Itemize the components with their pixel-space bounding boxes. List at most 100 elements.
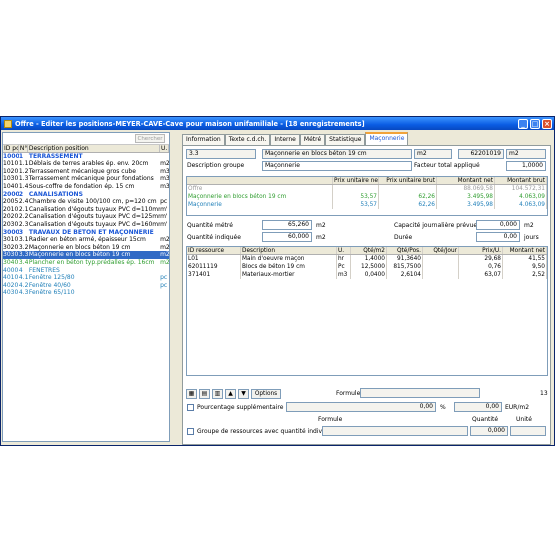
list-cell-no: 2.2 bbox=[18, 213, 28, 221]
res-col-desc[interactable]: Description bbox=[241, 247, 337, 254]
list-item[interactable]: 1040 1.4 Sous-coffre de fondation ép. 15 c… bbox=[3, 183, 169, 191]
duration-field[interactable]: 0,00 bbox=[476, 232, 520, 242]
tab-bar: Information Texte c.d.ch. Interne Métré … bbox=[182, 132, 409, 145]
factor-field[interactable]: 1,0000 bbox=[506, 161, 546, 171]
group-formule-field[interactable] bbox=[322, 426, 468, 436]
maximize-button[interactable]: □ bbox=[530, 118, 540, 129]
tab-information[interactable]: Information bbox=[182, 134, 225, 145]
list-cell-desc: Canalisation d'égouts tuyaux PVC d=125mm bbox=[28, 213, 161, 221]
list-item[interactable]: 4030 4.3 Fenêtre 65/110 bbox=[3, 289, 169, 297]
resource-cell-q2: 91,3640 bbox=[387, 255, 423, 263]
close-button[interactable]: × bbox=[542, 118, 552, 129]
move-down-icon[interactable]: ▼ bbox=[238, 389, 249, 399]
list-item[interactable]: 4010 4.1 Fenêtre 125/80 pc bbox=[3, 274, 169, 282]
col-header-desc[interactable]: Description position bbox=[28, 145, 161, 152]
pct-field[interactable]: 0,00 bbox=[286, 402, 436, 412]
list-item[interactable]: 2005 2.4 Chambre de visite 100/100 cm, p=1… bbox=[3, 198, 169, 206]
res-col-mn[interactable]: Montant net bbox=[503, 247, 547, 254]
list-cell-desc: Plancher en béton typ.prédalles ép. 16cm bbox=[28, 258, 155, 266]
res-col-id[interactable]: ID ressource bbox=[187, 247, 241, 254]
title-bar[interactable]: Offre - Editer les positions-MEYER-CAVE-… bbox=[1, 117, 554, 130]
list-item[interactable]: 2020 2.2 Canalisation d'égouts tuyaux PVC … bbox=[3, 213, 169, 221]
resource-row[interactable]: 371401 Materiaux-mortier m3 0,0400 2,6104 63,… bbox=[187, 271, 547, 279]
pos-number-field[interactable]: 3.3 bbox=[186, 149, 256, 159]
list-item[interactable]: 2000 2 CANALISATIONS bbox=[3, 191, 169, 199]
resource-cell-pu: 63,07 bbox=[459, 271, 503, 279]
list-item[interactable]: 4020 4.2 Fenêtre 40/60 pc bbox=[3, 282, 169, 290]
res-col-unit[interactable]: U. bbox=[337, 247, 351, 254]
list-item[interactable]: 4000 4 FENÊTRES bbox=[3, 267, 169, 275]
resource-cell-q1: 12,5000 bbox=[351, 263, 387, 271]
code-field[interactable]: 62201019 bbox=[458, 149, 504, 159]
list-item[interactable]: 2030 2.3 Canalisation d'égouts tuyaux PVC … bbox=[3, 221, 169, 229]
list-cell-unit bbox=[160, 153, 169, 161]
qty-metre-field[interactable]: 65,260 bbox=[262, 220, 312, 230]
resource-row[interactable]: 62011119 Blocs de béton 19 cm Pc 12,5000 815… bbox=[187, 263, 547, 271]
res-col-q2[interactable]: Qté/Pos. bbox=[387, 247, 423, 254]
minimize-button[interactable]: _ bbox=[518, 118, 528, 129]
qty-ind-field[interactable]: 60,000 bbox=[262, 232, 312, 242]
tab-texte[interactable]: Texte c.d.ch. bbox=[224, 134, 271, 145]
col-header-no[interactable]: N°pl bbox=[19, 145, 28, 152]
summary-col-mn: Montant net bbox=[437, 177, 495, 184]
group-qty-checkbox[interactable] bbox=[187, 428, 194, 435]
unit2-field[interactable]: m2 bbox=[506, 149, 546, 159]
list-item[interactable]: 3020 3.2 Maçonnerie en blocs béton 19 cm m2 bbox=[3, 244, 169, 252]
list-cell-id: 4030 bbox=[3, 289, 19, 297]
qty-ind-unit: m2 bbox=[316, 234, 326, 241]
footer-quantite-label: Quantité bbox=[472, 416, 499, 423]
summary-cell-label: Maçonnerie en blocs béton 19 cm bbox=[187, 193, 333, 201]
list-cell-desc: Maçonnerie en blocs béton 19 cm bbox=[28, 243, 131, 251]
tab-statistique[interactable]: Statistique bbox=[325, 134, 366, 145]
resource-cell-q3 bbox=[423, 263, 459, 271]
list-cell-id: 3040 bbox=[3, 258, 19, 266]
copy-resource-icon[interactable]: ▥ bbox=[212, 389, 223, 399]
tab-interne[interactable]: Interne bbox=[270, 134, 300, 145]
col-header-id[interactable]: ID po bbox=[3, 145, 19, 152]
resource-row[interactable]: L01 Main d'oeuvre maçon hr 1,4000 91,3640 29,… bbox=[187, 255, 547, 263]
search-button[interactable]: Chercher bbox=[135, 134, 165, 143]
list-item[interactable]: 3010 3.1 Radier en béton armé, épaisseur 1… bbox=[3, 236, 169, 244]
list-item[interactable]: 1000 1 TERRASSEMENT bbox=[3, 153, 169, 161]
group-field[interactable]: Maçonnerie bbox=[262, 161, 412, 171]
list-item[interactable]: 2010 2.1 Canalisation d'égouts tuyaux PVC … bbox=[3, 206, 169, 214]
summary-row[interactable]: Offre 88.069,58 104.572,31 bbox=[187, 185, 547, 193]
list-item[interactable]: 3040 3.4 Plancher en béton typ.prédalles é… bbox=[3, 259, 169, 267]
list-cell-id: 3000 bbox=[3, 228, 19, 236]
tab-maconnerie[interactable]: Maçonnerie bbox=[365, 132, 409, 145]
pct-label: Pourcentage supplémentaire bbox=[197, 404, 284, 411]
summary-cell-mn: 88.069,58 bbox=[437, 185, 495, 193]
pos-desc-field[interactable]: Maçonnerie en blocs béton 19 cm bbox=[262, 149, 412, 159]
res-col-pu[interactable]: Prix/U. bbox=[459, 247, 503, 254]
list-item[interactable]: 1020 1.2 Terrassement mécanique gros cube m… bbox=[3, 168, 169, 176]
formule-field[interactable] bbox=[360, 388, 480, 398]
eur-field[interactable]: 0,00 bbox=[454, 402, 502, 412]
qty-metre-label: Quantité métré bbox=[187, 222, 233, 229]
capacity-field[interactable]: 0,000 bbox=[476, 220, 520, 230]
options-button[interactable]: Options bbox=[251, 389, 281, 399]
list-item[interactable]: 3030 3.3 Maçonnerie en blocs béton 19 cm m2 bbox=[3, 251, 169, 259]
list-item[interactable]: 3000 3 TRAVAUX DE BÉTON ET MAÇONNERIE bbox=[3, 229, 169, 237]
summary-row[interactable]: Maçonnerie 53,57 62,26 3.495,98 4.063,09 bbox=[187, 201, 547, 209]
res-col-q1[interactable]: Qté/m2 bbox=[351, 247, 387, 254]
list-cell-desc: FENÊTRES bbox=[28, 266, 60, 274]
pct-checkbox[interactable] bbox=[187, 404, 194, 411]
list-item[interactable]: 1030 1.3 Terrassement mécanique pour fonda… bbox=[3, 175, 169, 183]
list-cell-unit: m2 bbox=[160, 236, 170, 244]
resource-cell-q1: 0,0400 bbox=[351, 271, 387, 279]
tab-metre[interactable]: Métré bbox=[299, 134, 326, 145]
list-cell-id: 1000 bbox=[3, 152, 19, 160]
add-resource-icon[interactable]: ▦ bbox=[186, 389, 197, 399]
list-cell-no: 1.2 bbox=[18, 167, 28, 175]
edit-resource-icon[interactable]: ▤ bbox=[199, 389, 210, 399]
summary-row[interactable]: Maçonnerie en blocs béton 19 cm 53,57 62,2… bbox=[187, 193, 547, 201]
group-qty-field[interactable]: 0,000 bbox=[470, 426, 508, 436]
group-unit-field[interactable] bbox=[510, 426, 546, 436]
resources-rows: L01 Main d'oeuvre maçon hr 1,4000 91,3640 29,… bbox=[187, 255, 547, 279]
list-cell-no: 3.1 bbox=[18, 236, 28, 244]
move-up-icon[interactable]: ▲ bbox=[225, 389, 236, 399]
col-header-unit[interactable]: U. bbox=[160, 145, 169, 152]
list-item[interactable]: 1010 1.1 Déblais de terres arables ép. env… bbox=[3, 160, 169, 168]
res-col-q3[interactable]: Qté/Jour bbox=[423, 247, 459, 254]
unit-field[interactable]: m2 bbox=[414, 149, 452, 159]
